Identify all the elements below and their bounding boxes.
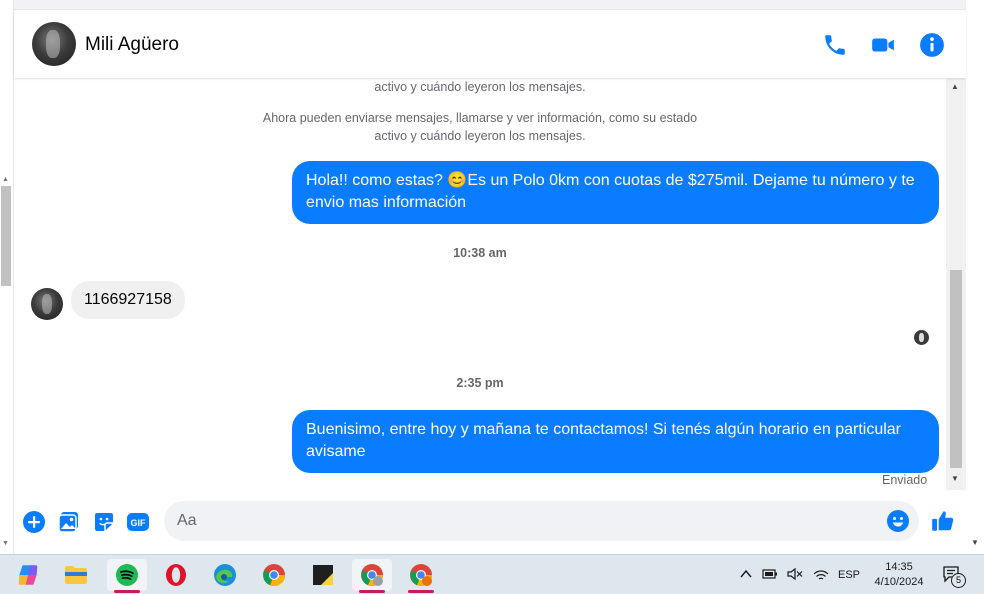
left-scrollbar[interactable]: ▲ ▼ — [0, 0, 14, 554]
thumbs-up-icon[interactable] — [930, 508, 956, 534]
gif-icon[interactable]: GIF — [126, 510, 150, 534]
app-running-indicator — [359, 590, 385, 593]
browser-top-edge — [14, 0, 966, 10]
chat-scroll-down-icon[interactable]: ▼ — [951, 474, 959, 483]
opera-icon[interactable] — [156, 559, 196, 591]
chrome-logo-icon — [263, 564, 286, 587]
notification-badge: 5 — [951, 573, 966, 588]
sticky-notes-icon[interactable] — [303, 559, 343, 591]
file-explorer-icon[interactable] — [56, 559, 96, 591]
emoji-icon[interactable] — [886, 509, 910, 533]
chevron-up-icon[interactable] — [740, 569, 752, 579]
contact-avatar-small[interactable] — [31, 288, 63, 320]
chrome-profile-2-logo-icon — [410, 564, 433, 587]
battery-icon[interactable] — [762, 567, 778, 581]
edge-icon[interactable] — [205, 559, 245, 591]
copilot-icon[interactable] — [8, 559, 48, 591]
system-message-line: activo y cuándo leyeron los mensajes. — [374, 129, 586, 143]
incoming-message[interactable]: 1166927158 — [71, 281, 185, 319]
gif-label: GIF — [131, 518, 147, 528]
plus-circle-icon[interactable] — [22, 510, 46, 534]
outgoing-message[interactable]: Hola!! como estas? 😊Es un Polo 0km con c… — [292, 161, 939, 224]
scroll-down-arrow-icon[interactable]: ▼ — [2, 540, 9, 547]
contact-avatar[interactable] — [32, 22, 76, 66]
contact-name[interactable]: Mili Agüero — [85, 34, 179, 56]
scroll-up-arrow-icon[interactable]: ▲ — [2, 176, 9, 183]
chrome-profile-logo-icon — [361, 564, 384, 587]
read-receipt-avatar — [914, 330, 929, 345]
scroll-thumb[interactable] — [1, 186, 11, 286]
spotify-icon[interactable] — [107, 559, 147, 593]
page-scrollbar[interactable]: ▼ — [966, 0, 984, 554]
message-input[interactable] — [164, 501, 919, 541]
sticker-icon[interactable] — [92, 510, 116, 534]
opera-logo-icon — [166, 564, 186, 586]
chrome-profile-icon[interactable] — [352, 559, 392, 593]
volume-muted-icon[interactable] — [787, 567, 803, 581]
chat-scrollbar[interactable]: ▲ ▼ — [946, 78, 966, 490]
video-camera-icon[interactable] — [870, 32, 896, 58]
system-message: Ahora pueden enviarse mensajes, llamarse… — [14, 109, 946, 145]
system-message-partial: activo y cuándo leyeron los mensajes. — [374, 80, 586, 94]
sticky-note-icon — [313, 565, 333, 585]
language-indicator[interactable]: ESP — [838, 555, 860, 594]
chrome-profile-2-icon[interactable] — [401, 559, 441, 593]
outgoing-message[interactable]: Buenisimo, entre hoy y mañana te contact… — [292, 410, 939, 473]
timestamp: 10:38 am — [453, 246, 507, 260]
page-scroll-down-icon[interactable]: ▼ — [971, 538, 979, 547]
edge-logo-icon — [214, 564, 236, 586]
wifi-icon[interactable] — [813, 567, 829, 581]
clock-date: 4/10/2024 — [874, 576, 924, 588]
system-message-line: Ahora pueden enviarse mensajes, llamarse… — [262, 111, 698, 125]
chat-scroll-thumb[interactable] — [950, 270, 962, 468]
message-thread[interactable]: activo y cuándo leyeron los mensajes. Ah… — [14, 78, 946, 498]
spotify-logo-icon — [116, 564, 138, 586]
message-composer: GIF — [14, 496, 966, 554]
system-clock[interactable]: 14:35 4/10/2024 — [864, 560, 934, 590]
info-icon[interactable] — [919, 32, 945, 58]
clock-time: 14:35 — [885, 561, 913, 573]
message-status: Enviado — [882, 473, 928, 487]
chat-scroll-up-icon[interactable]: ▲ — [951, 82, 959, 91]
folder-icon — [65, 566, 87, 584]
chrome-icon[interactable] — [254, 559, 294, 591]
photo-icon[interactable] — [57, 510, 81, 534]
conversation-header: Mili Agüero — [14, 10, 966, 78]
windows-taskbar: ESP 14:35 4/10/2024 5 — [0, 554, 984, 594]
timestamp: 2:35 pm — [456, 376, 504, 390]
app-running-indicator — [408, 590, 434, 593]
phone-icon[interactable] — [822, 32, 848, 58]
copilot-icon — [18, 565, 38, 585]
app-running-indicator — [114, 590, 140, 593]
